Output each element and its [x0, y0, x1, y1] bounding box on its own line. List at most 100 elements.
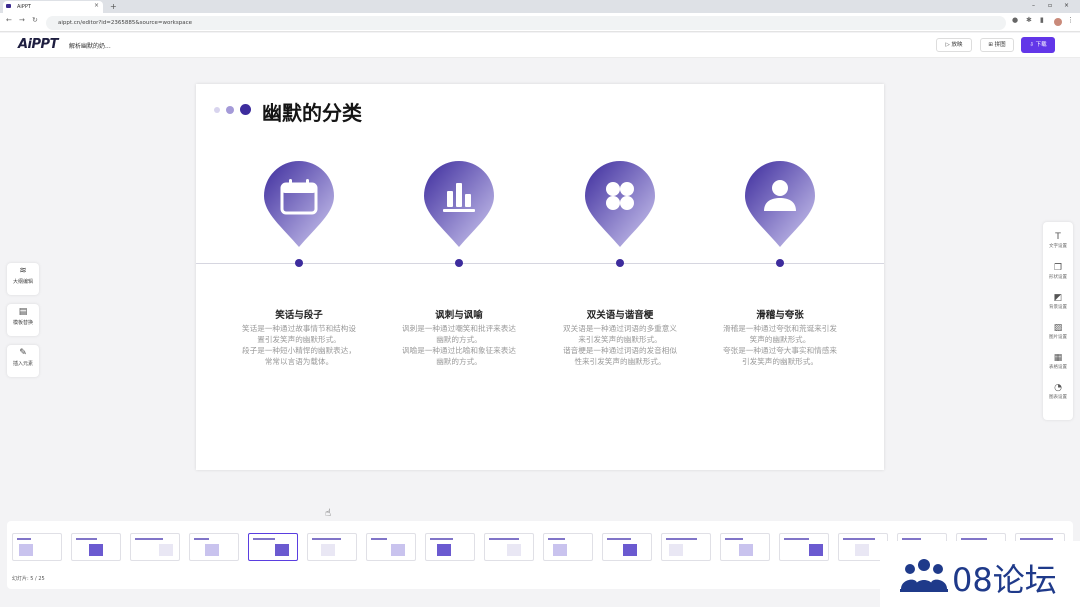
desc-line: 笑话是一种通过故事情节和结构设 [242, 324, 356, 333]
slide-thumbnail[interactable] [720, 533, 770, 561]
thumbnail-title-mark [1020, 538, 1053, 540]
chart-settings-button[interactable]: ◔ 图表设置 [1043, 383, 1073, 400]
title-dot-medium [226, 106, 234, 114]
chart-settings-icon: ◔ [1054, 383, 1062, 393]
card-4-pin [745, 161, 815, 247]
card-2-desc[interactable]: 讽刺是一种通过嘲笑和批评来表达 幽默的方式。 讽喻是一种通过比喻和象征来表达 幽… [389, 323, 529, 367]
outline-edit-label: 大纲编辑 [12, 279, 33, 285]
slide-thumbnail[interactable] [189, 533, 239, 561]
profile-avatar[interactable] [1054, 18, 1062, 26]
chart-settings-label: 图表设置 [1049, 395, 1067, 400]
card-4-desc[interactable]: 滑稽是一种通过夸张和荒诞来引发 笑声的幽默形式。 夸张是一种通过夸大事实和情感来… [710, 323, 850, 367]
thumbnail-content-mark [809, 544, 823, 556]
present-label: 放映 [951, 42, 963, 48]
card-3-desc[interactable]: 双关语是一种通过词语的多重意义 来引发笑声的幽默形式。 谐音梗是一种通过词语的发… [550, 323, 690, 367]
background-settings-button[interactable]: ◩ 背景设置 [1043, 293, 1073, 310]
shape-settings-label: 形状设置 [1049, 275, 1067, 280]
image-settings-button[interactable]: ▨ 图片设置 [1043, 323, 1073, 340]
window-close-icon[interactable]: × [1064, 0, 1069, 12]
desc-line: 段子是一种短小精悍的幽默表达， [242, 346, 356, 355]
slide-thumbnail[interactable] [366, 533, 416, 561]
timeline-dot-3 [616, 259, 624, 267]
thumbnail-content-mark [855, 544, 869, 556]
slide-thumbnail[interactable] [307, 533, 357, 561]
tab-title: AiPPT [17, 4, 31, 10]
sidebar-icon[interactable]: ▮ [1040, 16, 1044, 24]
slide-thumbnail[interactable] [602, 533, 652, 561]
forward-icon[interactable]: → [19, 16, 25, 24]
reload-icon[interactable]: ↻ [32, 16, 38, 24]
slide-thumbnail[interactable] [130, 533, 180, 561]
puzzle-icon[interactable]: ✱ [1026, 16, 1032, 24]
thumbnail-title-mark [607, 538, 631, 540]
slide-thumbnail[interactable] [248, 533, 298, 561]
desc-line: 置引发笑声的幽默形式。 [257, 335, 341, 344]
card-2-title[interactable]: 讽刺与讽喻 [379, 307, 539, 321]
thumbnail-content-mark [739, 544, 753, 556]
desc-line: 双关语是一种通过词语的多重意义 [563, 324, 677, 333]
slide-thumbnail[interactable] [779, 533, 829, 561]
slide-counter: 幻灯片: 5 / 25 [12, 576, 45, 582]
present-button[interactable]: ▷ 放映 [936, 38, 972, 52]
card-1-pin [264, 161, 334, 247]
share-button[interactable]: ⊞ 拼图 [980, 38, 1014, 52]
browser-tab[interactable]: AiPPT [3, 1, 103, 13]
download-button[interactable]: ⇩ 下载 [1021, 37, 1055, 53]
thumbnail-content-mark [19, 544, 33, 556]
desc-line: 性来引发笑声的幽默形式。 [574, 357, 666, 366]
thumbnail-title-mark [194, 538, 209, 540]
slide-title[interactable]: 幽默的分类 [262, 97, 362, 126]
thumbnail-title-mark [312, 538, 341, 540]
table-settings-label: 表格设置 [1049, 365, 1067, 370]
desc-line: 讽刺是一种通过嘲笑和批评来表达 [402, 324, 516, 333]
back-icon[interactable]: ← [6, 16, 12, 24]
window-minimize-icon[interactable]: – [1032, 0, 1035, 12]
thumbnail-content-mark [205, 544, 219, 556]
thumbnail-title-mark [666, 538, 697, 540]
text-settings-button[interactable]: T 文字设置 [1043, 232, 1073, 249]
card-3-title[interactable]: 双关语与谐音梗 [540, 307, 700, 321]
outline-edit-button[interactable]: ≋ 大纲编辑 [7, 263, 39, 295]
shape-settings-button[interactable]: ❐ 形状设置 [1043, 263, 1073, 280]
text-icon: T [1055, 232, 1061, 242]
desc-line: 来引发笑声的幽默形式。 [578, 335, 662, 344]
tab-close-icon[interactable]: × [94, 0, 99, 12]
insert-element-button[interactable]: ✎ 插入元素 [7, 345, 39, 377]
thumbnail-content-mark [159, 544, 173, 556]
thumbnail-title-mark [784, 538, 809, 540]
thumbnail-content-mark [507, 544, 521, 556]
desc-line: 笑声的幽默形式。 [749, 335, 811, 344]
people-icon [900, 559, 948, 592]
slide-thumbnail[interactable] [71, 533, 121, 561]
slide-thumbnail[interactable] [425, 533, 475, 561]
slide-thumbnail[interactable] [661, 533, 711, 561]
desc-line: 常常以言语为载体。 [264, 357, 334, 366]
card-1-desc[interactable]: 笑话是一种通过故事情节和结构设 置引发笑声的幽默形式。 段子是一种短小精悍的幽默… [229, 323, 369, 367]
slide-thumbnail[interactable] [484, 533, 534, 561]
window-maximize-icon[interactable]: ▫ [1048, 0, 1052, 12]
thumbnail-content-mark [437, 544, 451, 556]
browser-tab-bar [0, 0, 1080, 13]
table-settings-button[interactable]: ▦ 表格设置 [1043, 353, 1073, 370]
slide-thumbnail[interactable] [12, 533, 62, 561]
card-4-title[interactable]: 滑稽与夸张 [700, 307, 860, 321]
template-replace-button[interactable]: ▤ 模板替换 [7, 304, 39, 336]
slide-thumbnail[interactable] [543, 533, 593, 561]
document-title[interactable]: 解析幽默的奶... [69, 41, 111, 50]
thumbnail-content-mark [321, 544, 335, 556]
app-logo[interactable]: AiPPT [18, 37, 58, 52]
slide-canvas[interactable] [196, 84, 884, 470]
thumbnail-title-mark [961, 538, 987, 540]
url-field[interactable]: aippt.cn/editor?id=2365885&source=worksp… [46, 15, 1006, 30]
background-settings-label: 背景设置 [1049, 305, 1067, 310]
thumbnail-title-mark [725, 538, 743, 540]
thumbnail-title-mark [371, 538, 387, 540]
thumbnail-title-mark [135, 538, 163, 540]
desc-line: 幽默的方式。 [436, 357, 482, 366]
more-menu-icon[interactable]: ⋮ [1067, 16, 1074, 24]
thumbnail-title-mark [902, 538, 921, 540]
card-1-title[interactable]: 笑话与段子 [219, 307, 379, 321]
desc-line: 讽喻是一种通过比喻和象征来表达 [402, 346, 516, 355]
new-tab-icon[interactable]: + [110, 0, 117, 13]
extension-icon[interactable]: ● [1012, 16, 1018, 24]
